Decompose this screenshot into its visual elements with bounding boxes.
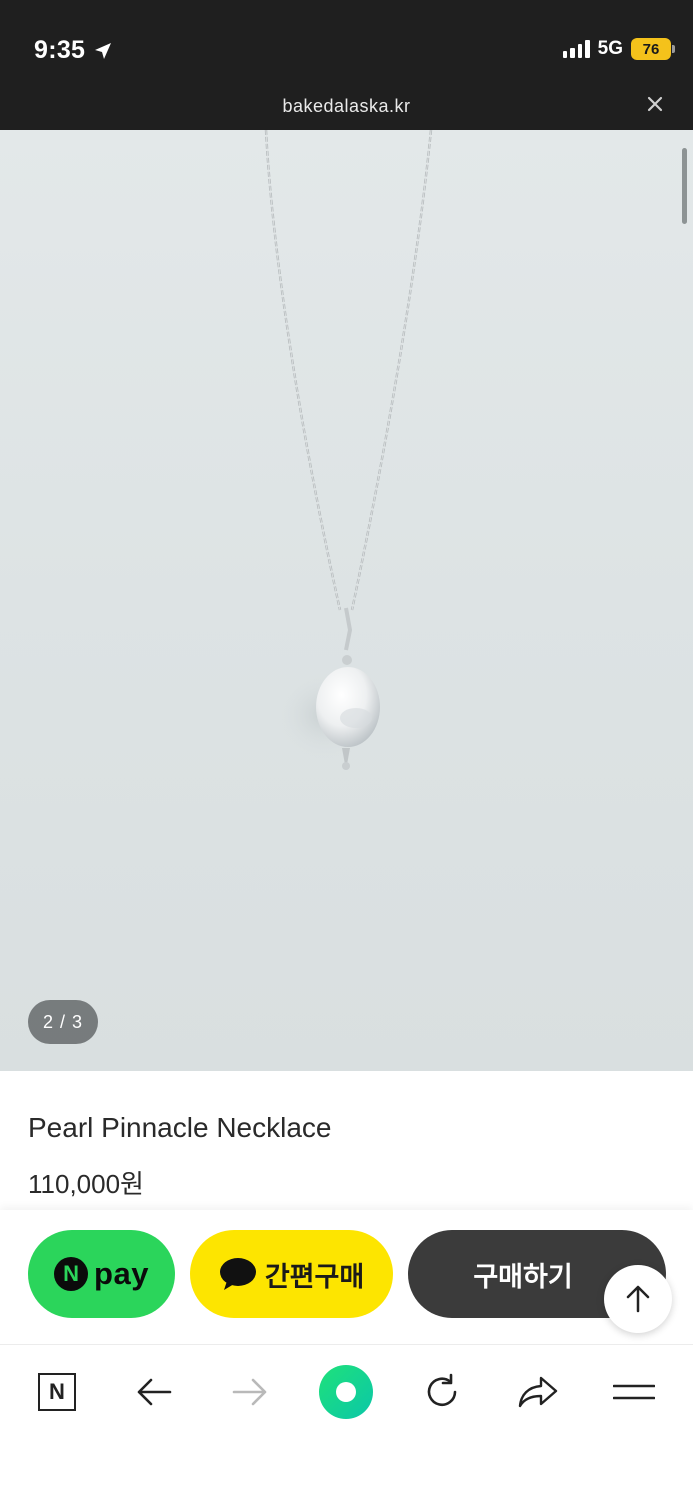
product-photo <box>264 130 433 770</box>
battery-icon: 76 <box>631 38 675 60</box>
image-counter: 2 / 3 <box>28 1000 99 1044</box>
npay-logo-icon: N <box>54 1257 89 1291</box>
share-icon <box>518 1376 558 1408</box>
purchase-bar: N pay 간편구매 구매하기 <box>0 1210 693 1344</box>
kakao-quick-buy-label: 간편구매 <box>264 1261 365 1292</box>
back-button[interactable] <box>124 1367 184 1417</box>
battery-level: 76 <box>642 40 660 58</box>
reload-button[interactable] <box>412 1367 472 1417</box>
browser-toolbar: N <box>0 1344 693 1500</box>
close-icon[interactable] <box>645 94 665 114</box>
npay-label: pay <box>94 1256 149 1291</box>
menu-button[interactable] <box>604 1367 664 1417</box>
scroll-to-top-button[interactable] <box>604 1265 672 1333</box>
buy-now-label: 구매하기 <box>473 1261 573 1292</box>
speech-bubble-icon <box>219 1258 256 1290</box>
naver-home-logo: N <box>49 1379 65 1404</box>
back-arrow-icon <box>137 1378 172 1406</box>
green-dot-icon <box>319 1365 373 1419</box>
green-dot-button[interactable] <box>316 1365 376 1419</box>
share-button[interactable] <box>508 1367 568 1417</box>
gallery-scrollbar[interactable] <box>682 148 687 224</box>
forward-button[interactable] <box>220 1367 280 1417</box>
product-image-gallery[interactable] <box>0 130 693 1071</box>
naver-home-button[interactable]: N <box>27 1367 87 1417</box>
arrow-up-icon <box>626 1285 650 1313</box>
naver-home-icon: N <box>38 1373 76 1411</box>
forward-arrow-icon <box>232 1378 267 1406</box>
menu-icon <box>613 1384 655 1400</box>
url-label[interactable]: bakedalaska.kr <box>0 96 693 117</box>
status-time: 9:35 <box>34 36 113 65</box>
status-time-text: 9:35 <box>34 36 86 64</box>
npay-button[interactable]: N pay <box>28 1230 175 1318</box>
status-and-url-bar: 9:35 5G 76 bakedalaska.kr <box>0 0 693 130</box>
product-title: Pearl Pinnacle Necklace <box>28 1112 332 1143</box>
signal-bars-icon <box>562 40 590 58</box>
status-indicators: 5G 76 <box>562 38 675 60</box>
reload-icon <box>427 1373 457 1407</box>
location-arrow-icon <box>95 42 112 59</box>
kakao-quick-buy-button[interactable]: 간편구매 <box>190 1230 393 1318</box>
product-price: 110,000원 <box>28 1169 144 1199</box>
network-label: 5G <box>597 38 623 59</box>
